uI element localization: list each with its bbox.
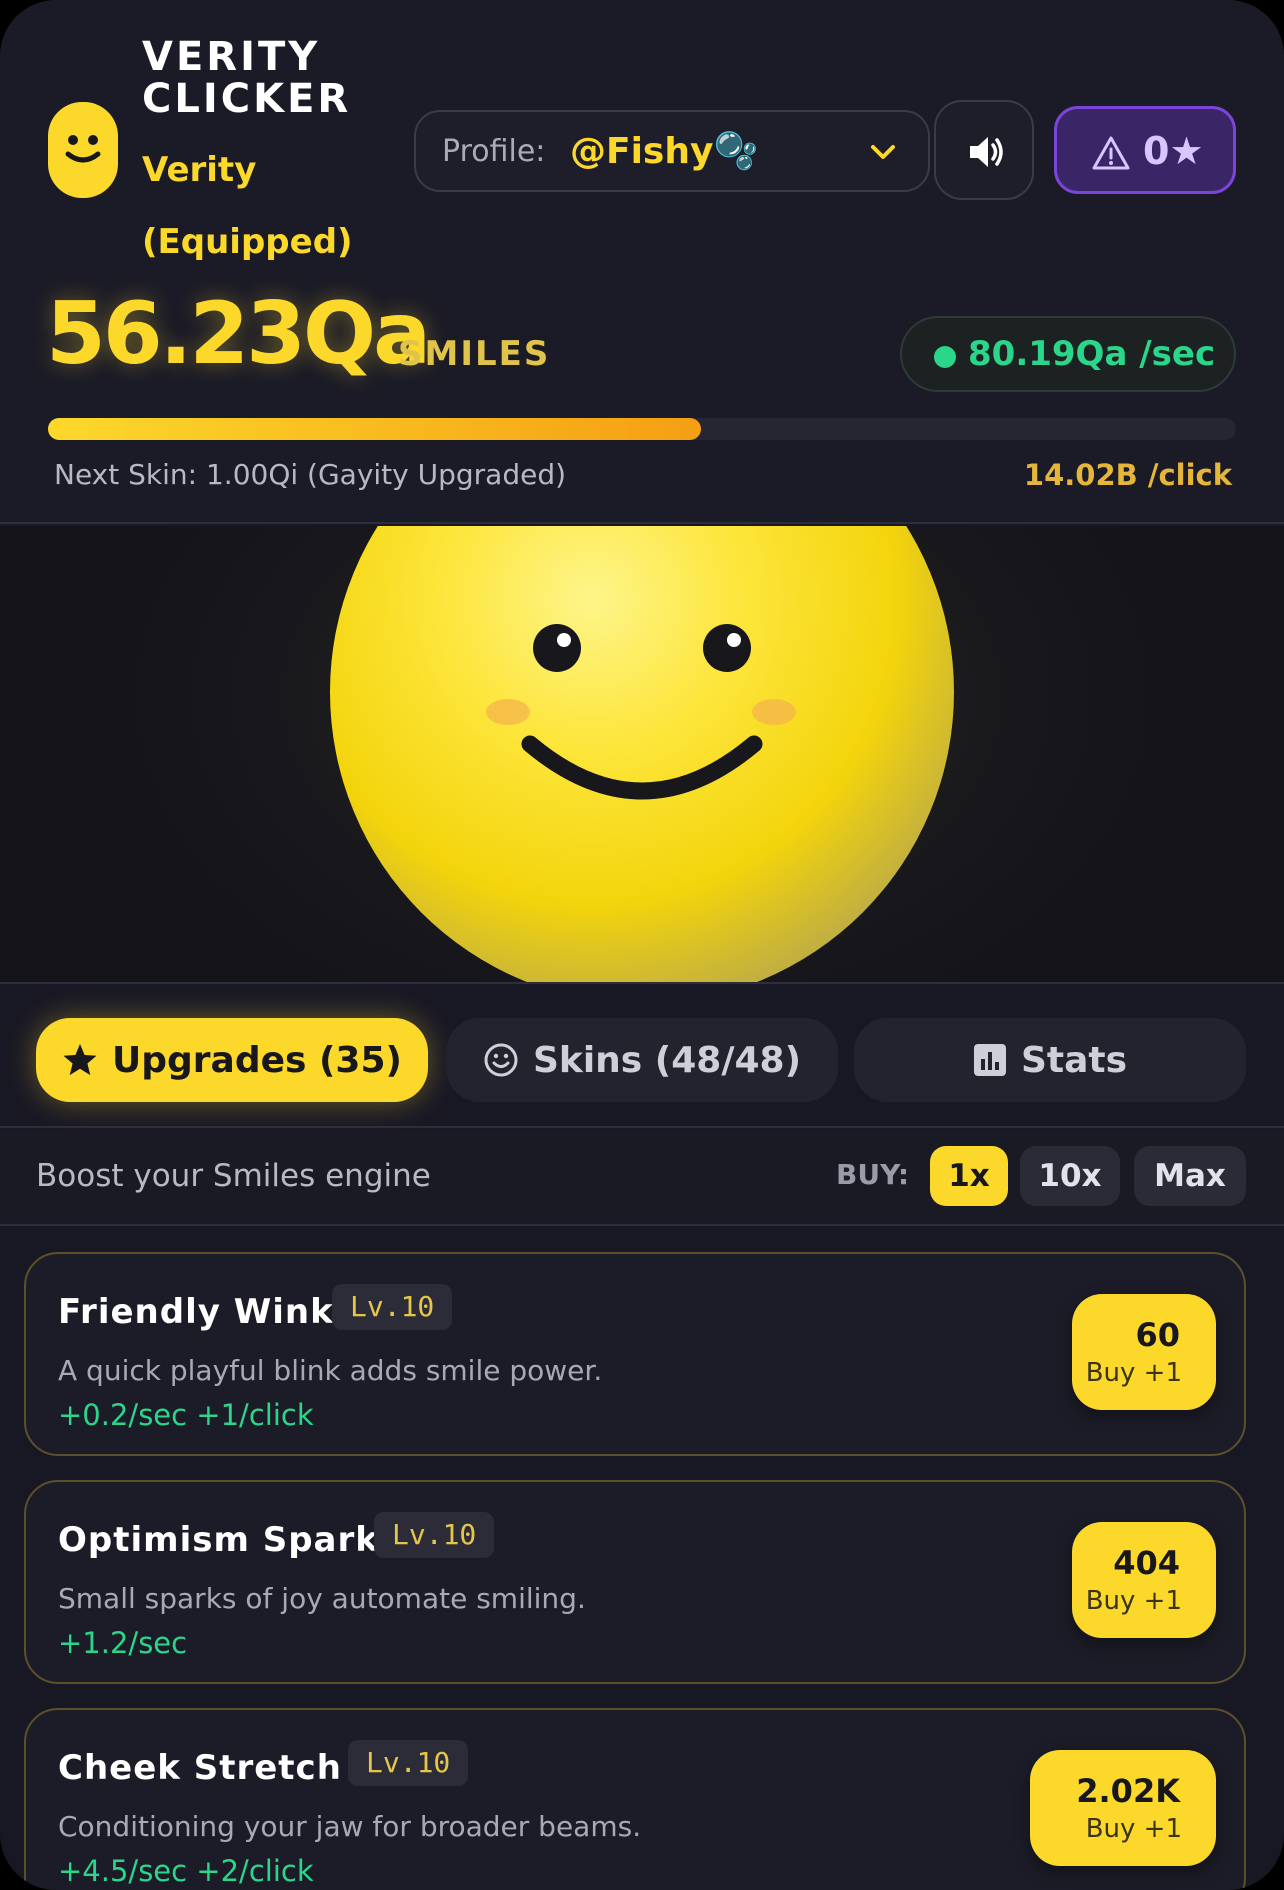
sound-toggle-button[interactable]	[934, 100, 1034, 200]
per-click-value: 14.02B /click	[1023, 458, 1232, 492]
buy-button-label: Buy +1	[1085, 1358, 1182, 1388]
upgrade-description: Conditioning your jaw for broader beams.	[58, 1810, 642, 1843]
bar-chart-icon	[973, 1044, 1006, 1076]
buy-10x-button[interactable]: 10x	[1020, 1146, 1120, 1206]
speaker-icon	[970, 137, 1003, 167]
upgrade-card: Optimism Spark Lv.10 Small sparks of joy…	[24, 1480, 1246, 1684]
upgrade-card: Friendly Wink Lv.10 A quick playful blin…	[24, 1252, 1246, 1456]
live-dot-icon	[934, 346, 956, 368]
upgrade-description: Small sparks of joy automate smiling.	[58, 1582, 586, 1615]
score-unit: SMILES	[398, 334, 551, 374]
upgrade-title: Cheek Stretch	[58, 1748, 342, 1788]
upgrade-description: A quick playful blink adds smile power.	[58, 1354, 603, 1387]
buy-upgrade-button[interactable]: 60 Buy +1	[1072, 1294, 1216, 1410]
tab-skins[interactable]: Skins (48/48)	[446, 1018, 838, 1102]
upgrade-level-badge: Lv.10	[348, 1740, 469, 1786]
skin-progress-bar	[48, 418, 1236, 440]
rate-badge: 80.19Qa /sec	[900, 316, 1236, 392]
upgrade-card: Cheek Stretch Lv.10 Conditioning your ja…	[24, 1708, 1246, 1890]
chevron-down-icon	[871, 145, 895, 159]
tab-bar: Upgrades (35) Skins (48/48) Stats	[0, 986, 1284, 1128]
tab-skins-label: Skins (48/48)	[532, 1039, 802, 1081]
tab-upgrades[interactable]: Upgrades (35)	[36, 1018, 428, 1102]
upgrade-effect: +0.2/sec +1/click	[58, 1398, 314, 1432]
section-subtitle: Boost your Smiles engine	[36, 1158, 431, 1194]
rate-value: 80.19Qa /sec	[968, 334, 1216, 374]
tab-stats-label: Stats	[1020, 1039, 1128, 1081]
buy-1x-button[interactable]: 1x	[930, 1146, 1008, 1206]
buy-max-button[interactable]: Max	[1134, 1146, 1246, 1206]
buy-quantity-bar: Boost your Smiles engine BUY: 1x 10x Max	[0, 1130, 1284, 1226]
upgrade-level-badge: Lv.10	[332, 1284, 453, 1330]
upgrade-title: Optimism Spark	[58, 1520, 379, 1560]
warning-icon	[1092, 136, 1130, 170]
brand-title: VERITY CLICKER	[142, 34, 352, 122]
progress-fill	[48, 418, 702, 440]
upgrade-effect: +1.2/sec	[58, 1626, 188, 1660]
big-smiley-click-target[interactable]	[328, 526, 956, 984]
profile-value: @Fishy🫧	[570, 131, 759, 172]
upgrade-price: 60	[1135, 1316, 1180, 1354]
profile-label: Profile:	[442, 134, 546, 169]
upgrade-price: 2.02K	[1076, 1772, 1180, 1810]
buy-upgrade-button[interactable]: 2.02K Buy +1	[1030, 1750, 1216, 1866]
buy-label: BUY:	[836, 1158, 910, 1191]
tab-upgrades-label: Upgrades (35)	[112, 1039, 402, 1081]
score-value: 56.23Qa	[46, 284, 431, 384]
upgrade-title: Friendly Wink	[58, 1292, 334, 1332]
upgrade-price: 404	[1113, 1544, 1180, 1582]
alert-count: 0★	[1143, 129, 1204, 173]
buy-upgrade-button[interactable]: 404 Buy +1	[1072, 1522, 1216, 1638]
buy-button-label: Buy +1	[1085, 1814, 1182, 1844]
click-stage	[0, 526, 1284, 984]
upgrade-effect: +4.5/sec +2/click	[58, 1854, 314, 1888]
logo-smiley-icon	[48, 102, 118, 198]
alert-button[interactable]: 0★	[1054, 106, 1236, 194]
header: VERITY CLICKER Verity (Equipped) Profile…	[0, 0, 1284, 524]
smiley-icon	[484, 1043, 518, 1077]
app-window: VERITY CLICKER Verity (Equipped) Profile…	[0, 0, 1284, 1890]
star-icon	[63, 1044, 97, 1076]
tab-stats[interactable]: Stats	[854, 1018, 1246, 1102]
profile-dropdown[interactable]: Profile: @Fishy🫧	[414, 110, 930, 192]
next-skin-label: Next Skin: 1.00Qi (Gayity Upgraded)	[54, 458, 567, 491]
buy-button-label: Buy +1	[1085, 1586, 1182, 1616]
equipped-skin-label: Verity (Equipped)	[142, 150, 353, 262]
upgrade-level-badge: Lv.10	[374, 1512, 495, 1558]
